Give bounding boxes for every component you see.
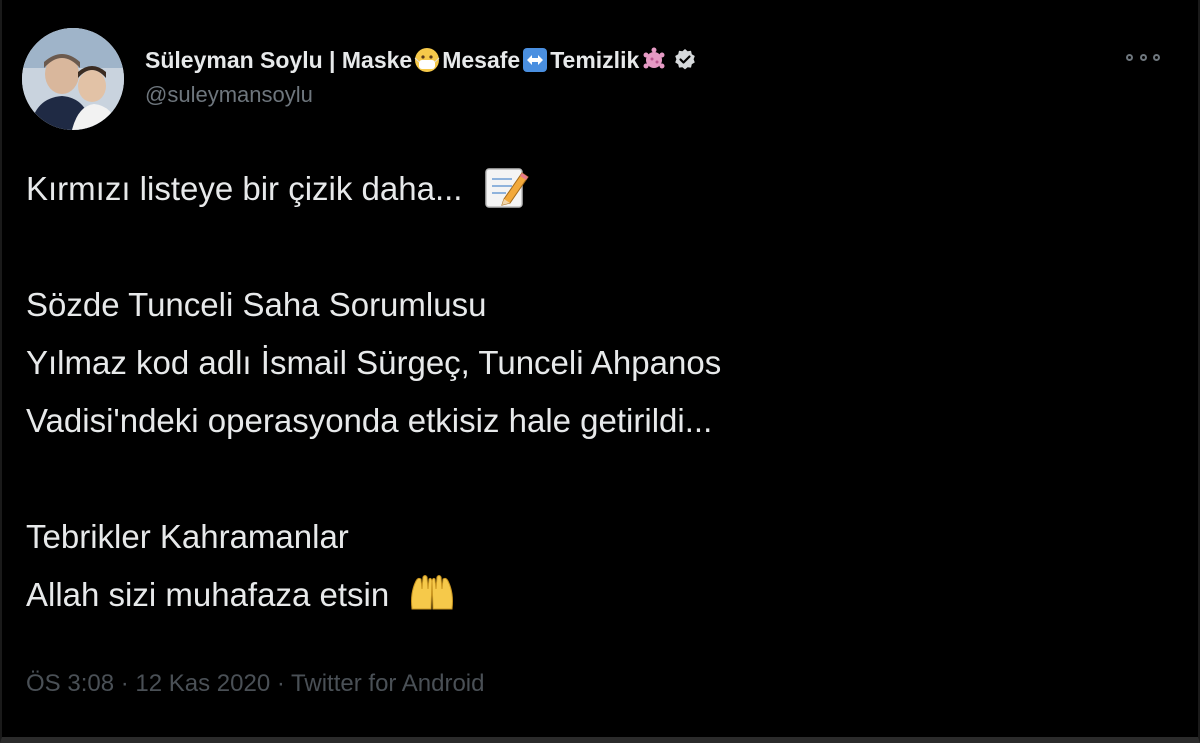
tweet-line-1-text: Kırmızı listeye bir çizik daha... xyxy=(26,170,463,207)
microbe-icon xyxy=(643,47,665,69)
tweet-line-4: Vadisi'ndeki operasyonda etkisiz hale ge… xyxy=(26,402,713,439)
tweet-text: Kırmızı listeye bir çizik daha... Sözde … xyxy=(26,160,1166,624)
raising-hands-icon xyxy=(411,575,454,610)
author-handle[interactable]: @suleymansoylu xyxy=(145,82,313,108)
author-name-part3: Temizlik xyxy=(550,46,640,73)
tweet-line-2: Sözde Tunceli Saha Sorumlusu xyxy=(26,286,487,323)
more-dot xyxy=(1139,53,1147,61)
author-name-part2: Mesafe xyxy=(442,46,521,73)
more-dot xyxy=(1153,53,1160,61)
avatar[interactable] xyxy=(22,28,124,130)
tweet-line-6: Allah sizi muhafaza etsin xyxy=(26,566,1166,624)
verified-badge-icon xyxy=(675,49,696,70)
tweet-spacer xyxy=(26,450,1166,508)
tweet-line-1: Kırmızı listeye bir çizik daha... xyxy=(26,160,1166,218)
profile-photo-icon xyxy=(22,28,124,130)
tweet-line-3: Yılmaz kod adlı İsmail Sürgeç, Tunceli A… xyxy=(26,344,722,381)
tweet-spacer xyxy=(26,218,1166,276)
tweet-timestamp-source[interactable]: ÖS 3:08 · 12 Kas 2020 · Twitter for Andr… xyxy=(26,670,484,698)
author-name[interactable]: Süleyman Soylu | Maske Mesafe Temizlik xyxy=(145,42,697,78)
face-with-medical-mask-icon xyxy=(414,48,440,72)
memo-icon xyxy=(484,168,529,209)
author-name-part1: Süleyman Soylu | Maske xyxy=(145,46,413,73)
more-options-icon[interactable] xyxy=(1126,50,1160,64)
tweet-line-5: Tebrikler Kahramanlar xyxy=(26,518,349,555)
more-dot xyxy=(1126,53,1133,61)
left-right-arrow-icon xyxy=(523,48,548,72)
tweet-line-6-text: Allah sizi muhafaza etsin xyxy=(26,576,390,613)
